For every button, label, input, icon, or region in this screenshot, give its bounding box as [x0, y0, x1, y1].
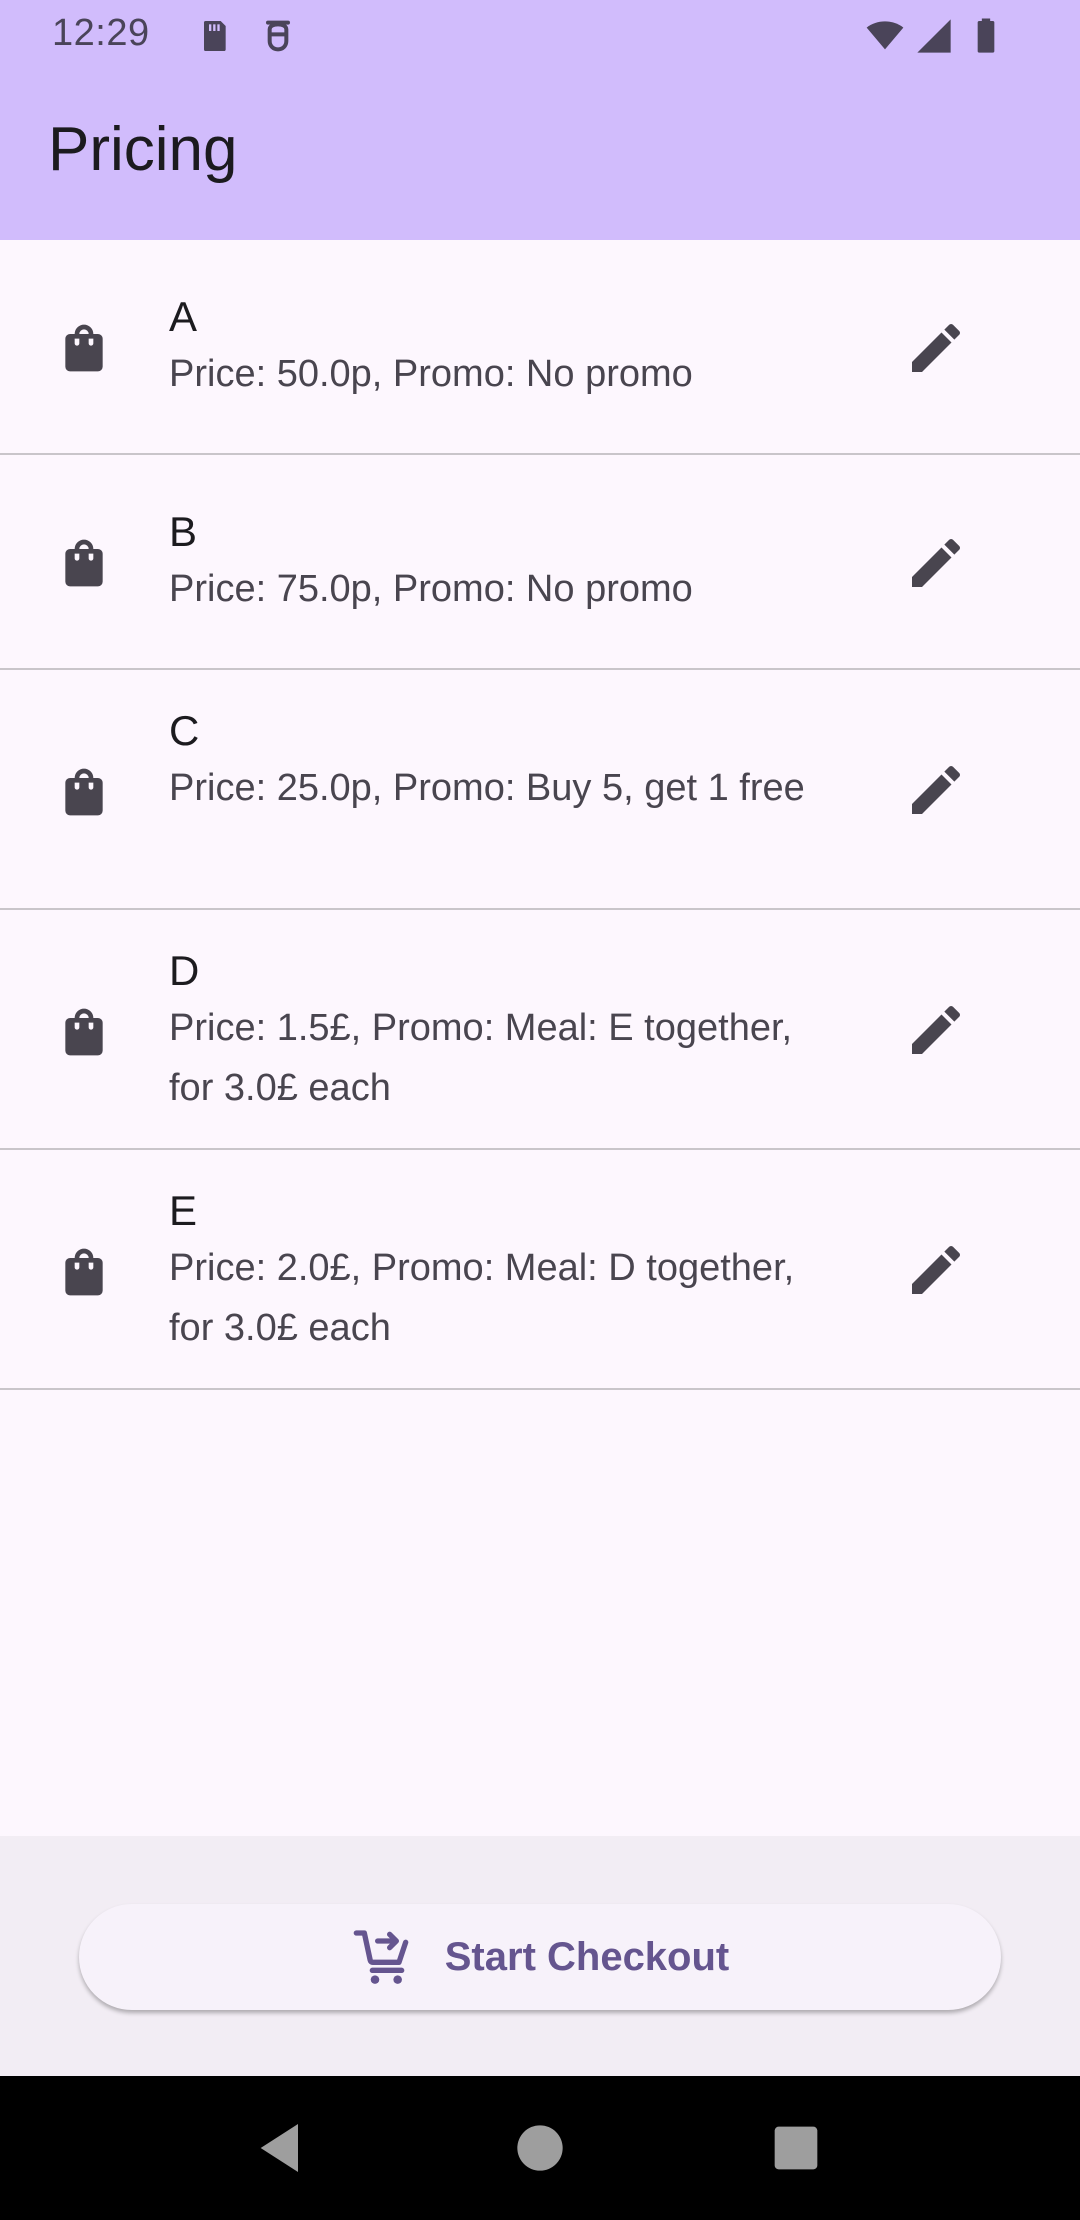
sd-card-icon	[204, 21, 226, 51]
signal-icon	[917, 19, 951, 53]
pricing-list: A Price: 50.0p, Promo: No promo B Price:…	[0, 240, 1080, 1390]
item-details: Price: 75.0p, Promo: No promo	[169, 568, 693, 610]
edit-icon[interactable]	[904, 316, 968, 380]
status-bar: 12:29	[0, 0, 1080, 72]
list-item[interactable]: D Price: 1.5£, Promo: Meal: E together, …	[0, 910, 1080, 1150]
edit-icon[interactable]	[904, 758, 968, 822]
screen: 12:29 Pricing A Price: 50.0p, Promo: No …	[0, 0, 1080, 2220]
item-details: Price: 50.0p, Promo: No promo	[169, 353, 693, 395]
battery-icon	[977, 18, 995, 53]
item-name: A	[169, 293, 198, 340]
list-item[interactable]: C Price: 25.0p, Promo: Buy 5, get 1 free	[0, 670, 1080, 910]
shopping-bag-icon	[65, 1248, 103, 1296]
page-title: Pricing	[48, 115, 238, 184]
top-app-bar: 12:29 Pricing	[0, 0, 1080, 240]
debug-icon	[266, 20, 290, 52]
bottom-bar: Start Checkout	[0, 1836, 1080, 2076]
recents-icon[interactable]	[764, 2116, 828, 2180]
list-item[interactable]: E Price: 2.0£, Promo: Meal: D together, …	[0, 1150, 1080, 1390]
shopping-bag-icon	[65, 1008, 103, 1056]
edit-icon[interactable]	[904, 531, 968, 595]
back-icon[interactable]	[250, 2116, 314, 2180]
shopping-bag-icon	[65, 768, 103, 816]
item-name: D	[169, 947, 200, 994]
start-checkout-button[interactable]: Start Checkout	[79, 1904, 1001, 2010]
shopping-bag-icon	[65, 539, 103, 587]
cart-arrow-icon	[353, 1930, 409, 1984]
item-name: E	[169, 1187, 198, 1234]
system-nav-bar	[0, 2076, 1080, 2220]
shopping-bag-icon	[65, 324, 103, 372]
item-details: Price: 2.0£, Promo: Meal: D together, fo…	[169, 1247, 795, 1349]
wifi-icon	[866, 21, 904, 50]
home-icon[interactable]	[508, 2116, 572, 2180]
list-item[interactable]: A Price: 50.0p, Promo: No promo	[0, 240, 1080, 455]
edit-icon[interactable]	[904, 998, 968, 1062]
checkout-label: Start Checkout	[444, 1934, 730, 1979]
list-item[interactable]: B Price: 75.0p, Promo: No promo	[0, 455, 1080, 670]
item-details: Price: 25.0p, Promo: Buy 5, get 1 free	[169, 767, 805, 809]
item-name: B	[169, 508, 198, 555]
status-time: 12:29	[52, 12, 150, 54]
item-details: Price: 1.5£, Promo: Meal: E together, fo…	[169, 1007, 793, 1109]
item-name: C	[169, 707, 200, 754]
edit-icon[interactable]	[904, 1238, 968, 1302]
